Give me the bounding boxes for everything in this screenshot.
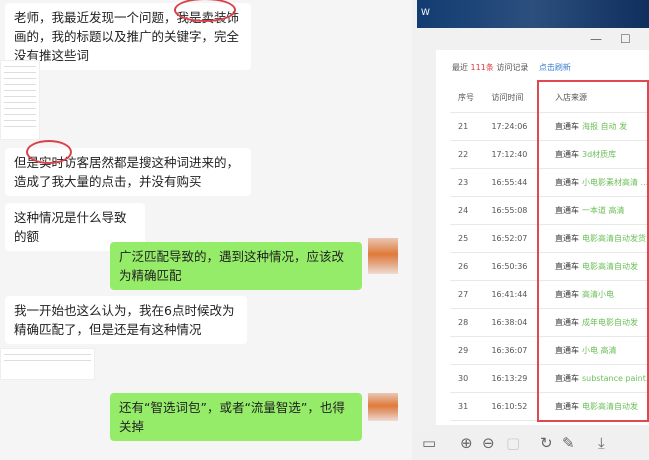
- message-bubble: 广泛匹配导致的，遇到这种情况，应该改为精确匹配: [110, 242, 362, 290]
- summary-suffix: 访问记录: [496, 63, 529, 72]
- row-time: 16:50:36: [491, 252, 543, 281]
- row-index: 31: [450, 392, 492, 421]
- row-index: 22: [450, 140, 492, 169]
- viewer-toolbar: ▭ ⊕ ⊖ ▢ ↻ ✎ ⤓: [412, 425, 649, 460]
- row-time: 17:12:40: [491, 140, 543, 169]
- row-index: 25: [450, 224, 492, 253]
- summary-prefix: 最近: [452, 63, 468, 72]
- highlight-box: [537, 80, 649, 422]
- row-index: 23: [450, 168, 492, 197]
- zoom-in-icon[interactable]: ⊕: [460, 434, 473, 452]
- row-time: 16:13:29: [491, 364, 543, 393]
- row-index: 24: [450, 196, 492, 225]
- record-count: 111条: [470, 63, 494, 72]
- screenshot-thumbnail[interactable]: [0, 60, 40, 140]
- row-index: 21: [450, 112, 492, 141]
- row-time: 16:41:44: [491, 280, 543, 309]
- row-time: 16:52:07: [491, 224, 543, 253]
- zoom-out-icon[interactable]: ⊖: [482, 434, 495, 452]
- row-time: 16:55:44: [491, 168, 543, 197]
- row-time: 16:55:08: [491, 196, 543, 225]
- chat-panel: 老师，我最近发现一个问题，我是卖装饰画的，我的标题以及推广的关键字，完全没有推这…: [0, 0, 410, 460]
- highlight-circle: [26, 140, 72, 164]
- avatar[interactable]: [368, 393, 398, 421]
- message-bubble: 还有“智选词包”，或者“流量智选”，也得关掉: [110, 393, 362, 441]
- background-window-strip: W: [417, 0, 649, 28]
- visit-summary: 最近 111条 访问记录 点击刷新: [452, 62, 571, 73]
- rotate-icon[interactable]: ↻: [540, 434, 553, 452]
- refresh-link[interactable]: 点击刷新: [539, 63, 571, 72]
- row-index: 30: [450, 364, 492, 393]
- row-index: 26: [450, 252, 492, 281]
- maximize-button[interactable]: ☐: [620, 32, 631, 46]
- save-icon[interactable]: ▭: [422, 434, 436, 452]
- col-time: 访问时间: [491, 84, 543, 113]
- row-index: 28: [450, 308, 492, 337]
- actual-size-icon[interactable]: ▢: [506, 434, 520, 452]
- minimize-button[interactable]: —: [590, 32, 602, 46]
- download-icon[interactable]: ⤓: [598, 434, 605, 452]
- row-time: 16:36:07: [491, 336, 543, 365]
- message-bubble: 我一开始也这么认为，我在6点时候改为精确匹配了，但是还是有这种情况: [5, 296, 247, 344]
- row-time: 16:38:04: [491, 308, 543, 337]
- edit-icon[interactable]: ✎: [562, 434, 575, 452]
- row-time: 17:24:06: [491, 112, 543, 141]
- avatar[interactable]: [368, 238, 398, 274]
- screenshot-thumbnail[interactable]: [0, 348, 95, 380]
- col-index: 序号: [450, 84, 492, 113]
- row-time: 16:10:52: [491, 392, 543, 421]
- row-index: 29: [450, 336, 492, 365]
- row-index: 27: [450, 280, 492, 309]
